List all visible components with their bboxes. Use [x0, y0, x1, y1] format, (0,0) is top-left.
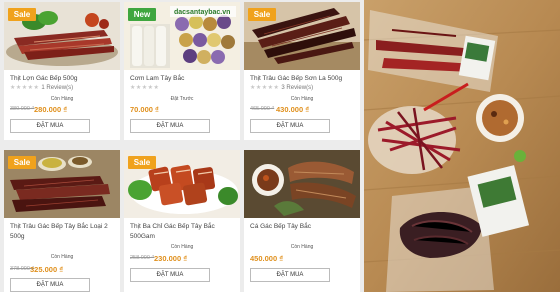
product-card-thit-lon[interactable]: Sale Thịt Lợn Gác Bếp 500g ★★★★★ 1 Review…: [4, 2, 120, 140]
rating-stars: ★★★★★: [130, 84, 159, 91]
product-title[interactable]: Thịt Ba Chỉ Gác Bếp Tây Bắc 500Gam: [130, 222, 236, 242]
product-title[interactable]: Thịt Trâu Gác Bếp Sơn La 500g: [250, 74, 356, 84]
buy-button[interactable]: ĐẶT MUA: [10, 119, 90, 133]
buy-button[interactable]: ĐẶT MUA: [10, 278, 90, 292]
buy-button[interactable]: ĐẶT MUA: [250, 268, 330, 282]
price: 230.000 ₫: [154, 254, 188, 263]
old-price: 465.000 ₫: [250, 106, 275, 112]
stars-icon: ★★★★★: [130, 85, 160, 91]
product-photo: [364, 0, 560, 292]
product-title[interactable]: Thịt Trâu Gác Bếp Tây Bắc Loại 2 500g: [10, 222, 116, 242]
price: 280.000 ₫: [34, 105, 68, 114]
review-count: 1 Review(s): [41, 85, 74, 91]
buy-button[interactable]: ĐẶT MUA: [130, 268, 210, 282]
sale-badge: Sale: [248, 8, 276, 21]
rating-stars: ★★★★★ 1 Review(s): [10, 84, 73, 91]
buy-button[interactable]: ĐẶT MUA: [250, 119, 330, 133]
old-price: 380.000 ₫: [10, 106, 35, 112]
sale-badge: Sale: [128, 156, 156, 169]
review-count: 3 Review(s): [281, 85, 314, 91]
product-title[interactable]: Cơm Lam Tây Bắc: [130, 74, 236, 84]
sale-badge: Sale: [8, 8, 36, 21]
product-image[interactable]: dacsantaybac.vn New: [124, 2, 240, 70]
new-badge: New: [128, 8, 156, 21]
stock-status: Còn Hàng: [50, 96, 74, 102]
rating-stars: ★★★★★ 3 Review(s): [250, 84, 313, 91]
product-card-thit-trau-loai-2[interactable]: Sale Thịt Trâu Gác Bếp Tây Bắc Loại 2 50…: [4, 150, 120, 292]
stock-status: Còn Hàng: [290, 96, 314, 102]
price: 450.000 ₫: [250, 254, 284, 263]
stock-status: Còn Hàng: [170, 244, 194, 250]
product-card-ca-gac-bep[interactable]: Cá Gác Bếp Tây Bắc Còn Hàng 450.000 ₫ ĐẶ…: [244, 150, 360, 292]
old-price: 258.000 ₫: [130, 255, 155, 261]
product-title[interactable]: Cá Gác Bếp Tây Bắc: [250, 222, 356, 232]
product-image[interactable]: Sale: [4, 150, 120, 218]
buy-button[interactable]: ĐẶT MUA: [130, 119, 210, 133]
product-grid: Sale Thịt Lợn Gác Bếp 500g ★★★★★ 1 Review…: [0, 0, 364, 292]
product-image[interactable]: Sale: [4, 2, 120, 70]
stars-icon: ★★★★★: [250, 85, 280, 91]
product-image[interactable]: Sale: [124, 150, 240, 218]
price: 70.000 ₫: [130, 105, 159, 114]
product-card-thit-trau-son-la[interactable]: Sale Thịt Trâu Gác Bếp Sơn La 500g ★★★★★…: [244, 2, 360, 140]
stars-icon: ★★★★★: [10, 85, 40, 91]
product-card-thit-ba-chi[interactable]: Sale Thịt Ba Chỉ Gác Bếp Tây Bắc 500Gam …: [124, 150, 240, 292]
product-image[interactable]: Sale: [244, 2, 360, 70]
watermark-text: dacsantaybac.vn: [174, 9, 230, 16]
product-image[interactable]: [244, 150, 360, 218]
sale-badge: Sale: [8, 156, 36, 169]
stock-status: Còn Hàng: [290, 244, 314, 250]
price: 325.000 ₫: [30, 265, 64, 274]
price: 430.000 ₫: [276, 105, 310, 114]
stock-status: Còn Hàng: [50, 254, 74, 260]
product-card-com-lam[interactable]: dacsantaybac.vn New Cơm Lam Tây Bắc ★★★★…: [124, 2, 240, 140]
product-title[interactable]: Thịt Lợn Gác Bếp 500g: [10, 74, 116, 84]
stock-status: Đặt Trước: [170, 96, 194, 102]
